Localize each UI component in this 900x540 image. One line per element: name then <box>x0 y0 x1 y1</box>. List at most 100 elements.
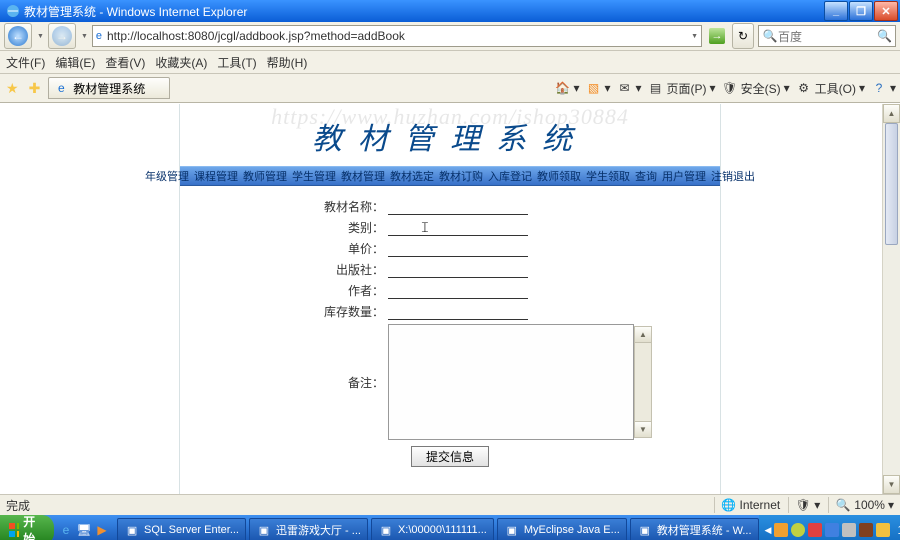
nav-link-11[interactable]: 用户管理 <box>662 168 706 184</box>
status-zone: 🌐Internet <box>714 497 781 513</box>
tray-icon-6[interactable] <box>859 523 873 537</box>
taskbar-item-0[interactable]: ▣SQL Server Enter... <box>117 518 246 540</box>
refresh-button[interactable]: ↻ <box>732 23 754 49</box>
minimize-button[interactable]: _ <box>824 1 848 21</box>
page-menu[interactable]: ▤页面(P) ▾ <box>648 80 716 97</box>
input-price[interactable] <box>388 240 528 257</box>
rss-icon: ▧ <box>585 80 601 96</box>
taskbar-item-icon: ▣ <box>256 522 272 538</box>
nav-link-6[interactable]: 教材订购 <box>439 168 483 184</box>
taskbar-item-label: SQL Server Enter... <box>144 524 239 536</box>
zoom-control[interactable]: 🔍100% ▾ <box>828 497 894 513</box>
nav-link-9[interactable]: 学生领取 <box>586 168 630 184</box>
ql-media-icon[interactable]: ▶ <box>94 522 110 538</box>
nav-link-8[interactable]: 教师领取 <box>537 168 581 184</box>
nav-link-1[interactable]: 课程管理 <box>194 168 238 184</box>
search-box[interactable]: 🔍 百度 🔍 <box>758 25 896 47</box>
textarea-remark[interactable] <box>388 324 634 440</box>
window-title: 教材管理系统 - Windows Internet Explorer <box>24 3 823 20</box>
menu-fav[interactable]: 收藏夹(A) <box>155 54 207 71</box>
mail-button[interactable]: ✉▾ <box>617 80 642 96</box>
input-name[interactable] <box>388 198 528 215</box>
url-dropdown-icon[interactable]: ▼ <box>691 33 698 40</box>
nav-link-12[interactable]: 注销退出 <box>711 168 755 184</box>
ql-desktop-icon[interactable]: 🖥 <box>76 522 92 538</box>
start-button[interactable]: 开始 <box>0 515 54 540</box>
system-tray: ◀ 18:00 <box>759 515 900 540</box>
menu-file[interactable]: 文件(F) <box>6 54 45 71</box>
taskbar-item-3[interactable]: ▣MyEclipse Java E... <box>497 518 627 540</box>
gear-icon: ⚙ <box>796 80 812 96</box>
nav-link-2[interactable]: 教师管理 <box>243 168 287 184</box>
url-input[interactable] <box>105 28 690 44</box>
label-remark: 备注： <box>204 374 388 391</box>
nav-bar: ← ▼ → ▼ e ▼ → ↻ 🔍 百度 🔍 <box>0 22 900 51</box>
nav-link-10[interactable]: 查询 <box>635 168 657 184</box>
label-type: 类别： <box>204 219 388 236</box>
tray-volume-icon[interactable] <box>842 523 856 537</box>
feeds-button[interactable]: ▧▾ <box>585 80 610 96</box>
nav-link-7[interactable]: 入库登记 <box>488 168 532 184</box>
maximize-button[interactable]: ❐ <box>849 1 873 21</box>
viewport-scrollbar[interactable]: ▲ ▼ <box>882 104 900 494</box>
home-button[interactable]: 🏠▾ <box>554 80 579 96</box>
close-button[interactable]: ✕ <box>874 1 898 21</box>
shield-icon: 🛡 <box>722 80 738 96</box>
start-label: 开始 <box>23 513 40 540</box>
tray-icon-3[interactable] <box>808 523 822 537</box>
forward-button[interactable]: → <box>48 23 76 49</box>
taskbar-item-1[interactable]: ▣迅雷游戏大厅 - ... <box>249 518 368 540</box>
scroll-up-icon[interactable]: ▲ <box>883 104 900 123</box>
input-press[interactable] <box>388 261 528 278</box>
fwd-dropdown-icon[interactable]: ▼ <box>81 33 88 40</box>
scroll-down-icon[interactable]: ▼ <box>883 475 900 494</box>
page-icon-tb: ▤ <box>648 80 664 96</box>
input-stock[interactable] <box>388 303 528 320</box>
tray-icon-7[interactable] <box>876 523 890 537</box>
nav-link-4[interactable]: 教材管理 <box>341 168 385 184</box>
add-book-form: 教材名称： 类别： 单价： 出版社： 作者： 库存数量： 备注： ▲▼ 提交信息 <box>180 186 720 479</box>
address-bar[interactable]: e ▼ <box>92 25 702 47</box>
taskbar-item-icon: ▣ <box>637 522 653 538</box>
page-icon: e <box>96 30 102 42</box>
submit-button[interactable]: 提交信息 <box>411 446 489 467</box>
fav-star-icon[interactable]: ★ <box>6 80 19 97</box>
nav-link-3[interactable]: 学生管理 <box>292 168 336 184</box>
safety-menu[interactable]: 🛡安全(S) ▾ <box>722 80 790 97</box>
label-press: 出版社： <box>204 261 388 278</box>
scroll-thumb[interactable] <box>885 123 898 245</box>
textarea-scrollbar[interactable]: ▲▼ <box>634 326 652 438</box>
back-button[interactable]: ← <box>4 23 32 49</box>
nav-link-5[interactable]: 教材选定 <box>390 168 434 184</box>
taskbar-item-4[interactable]: ▣教材管理系统 - W... <box>630 518 759 540</box>
zoom-label: 100% <box>854 498 885 512</box>
taskbar-item-label: 教材管理系统 - W... <box>657 522 752 538</box>
tray-expand-icon[interactable]: ◀ <box>765 525 772 536</box>
search-icon[interactable]: 🔍 <box>877 29 892 43</box>
menu-edit[interactable]: 编辑(E) <box>55 54 95 71</box>
browser-tab[interactable]: e 教材管理系统 <box>48 77 170 99</box>
taskbar-item-2[interactable]: ▣X:\00000\111111... <box>371 518 494 540</box>
tray-icon-2[interactable] <box>791 523 805 537</box>
go-button[interactable]: → <box>706 25 728 47</box>
menu-view[interactable]: 查看(V) <box>105 54 145 71</box>
input-type[interactable] <box>388 219 528 236</box>
menu-help[interactable]: 帮助(H) <box>267 54 308 71</box>
taskbar-item-label: MyEclipse Java E... <box>524 524 620 536</box>
tray-icon-4[interactable] <box>825 523 839 537</box>
tray-icon-1[interactable] <box>774 523 788 537</box>
add-fav-icon[interactable]: ✚ <box>29 80 41 97</box>
ql-ie-icon[interactable]: e <box>58 522 74 538</box>
menu-tools[interactable]: 工具(T) <box>217 54 256 71</box>
input-author[interactable] <box>388 282 528 299</box>
toolbar: ★ ✚ e 教材管理系统 🏠▾ ▧▾ ✉▾ ▤页面(P) ▾ 🛡安全(S) ▾ … <box>0 74 900 103</box>
page-title: 教材管理系统 <box>180 104 720 166</box>
help-icon: ? <box>871 80 887 96</box>
nav-link-0[interactable]: 年级管理 <box>145 168 189 184</box>
zone-label: Internet <box>740 498 781 512</box>
back-dropdown-icon[interactable]: ▼ <box>37 33 44 40</box>
tools-menu[interactable]: ⚙工具(O) ▾ <box>796 80 865 97</box>
shield-small-icon: 🛡 <box>795 497 811 513</box>
globe-icon: 🌐 <box>721 497 737 513</box>
help-button[interactable]: ?▾ <box>871 80 896 96</box>
